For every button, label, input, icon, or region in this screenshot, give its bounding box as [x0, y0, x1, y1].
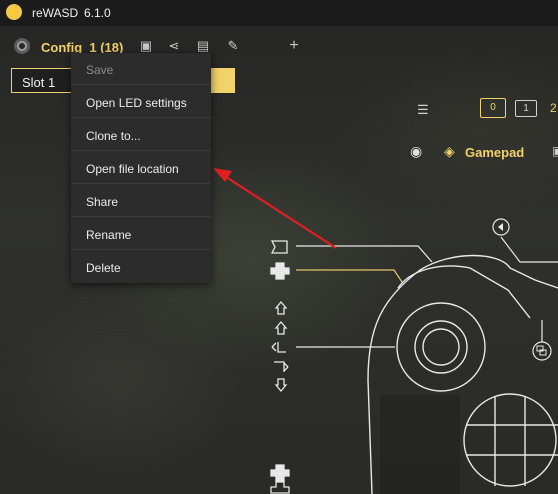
grip-texture [380, 395, 460, 494]
menu-item-clone-to[interactable]: Clone to... [71, 119, 211, 151]
menu-item-rename[interactable]: Rename [71, 218, 211, 250]
menu-item-delete[interactable]: Delete [71, 251, 211, 283]
view-button-arrow [498, 223, 503, 231]
menu-item-open-led-settings-label: Open LED settings [86, 96, 187, 110]
leader-line-view [500, 236, 558, 263]
left-stick-inner [422, 328, 460, 366]
stick-up-icon [274, 300, 288, 315]
dpad-ring [463, 393, 557, 487]
annotation-arrow [213, 168, 337, 249]
stick-left-icon [271, 342, 286, 353]
stick-down-icon [274, 378, 288, 393]
lb-button-icon [270, 240, 288, 254]
menu-item-delete-label: Delete [86, 261, 121, 275]
menu-item-share[interactable]: Share [71, 185, 211, 217]
config-context-menu: Save Open LED settings Clone to... Open … [71, 53, 211, 283]
stick-up2-icon [274, 320, 288, 335]
dpad-icon [270, 262, 290, 280]
leader-line-dpad [296, 269, 403, 283]
menu-item-open-led-settings[interactable]: Open LED settings [71, 86, 211, 118]
stick-right-icon [274, 361, 289, 372]
menu-item-open-file-location[interactable]: Open file location [71, 152, 211, 184]
menu-item-open-file-location-label: Open file location [86, 162, 179, 176]
left-stick-ring [396, 302, 486, 392]
menu-item-save: Save [71, 53, 211, 85]
leader-line-lb [296, 245, 433, 263]
dpad-up-icon [270, 464, 290, 482]
menu-item-clone-to-label: Clone to... [86, 129, 141, 143]
menu-item-save-label: Save [86, 63, 114, 77]
dpad-down-icon [270, 481, 290, 494]
menu-item-rename-label: Rename [86, 228, 132, 242]
menu-item-share-label: Share [86, 195, 119, 209]
